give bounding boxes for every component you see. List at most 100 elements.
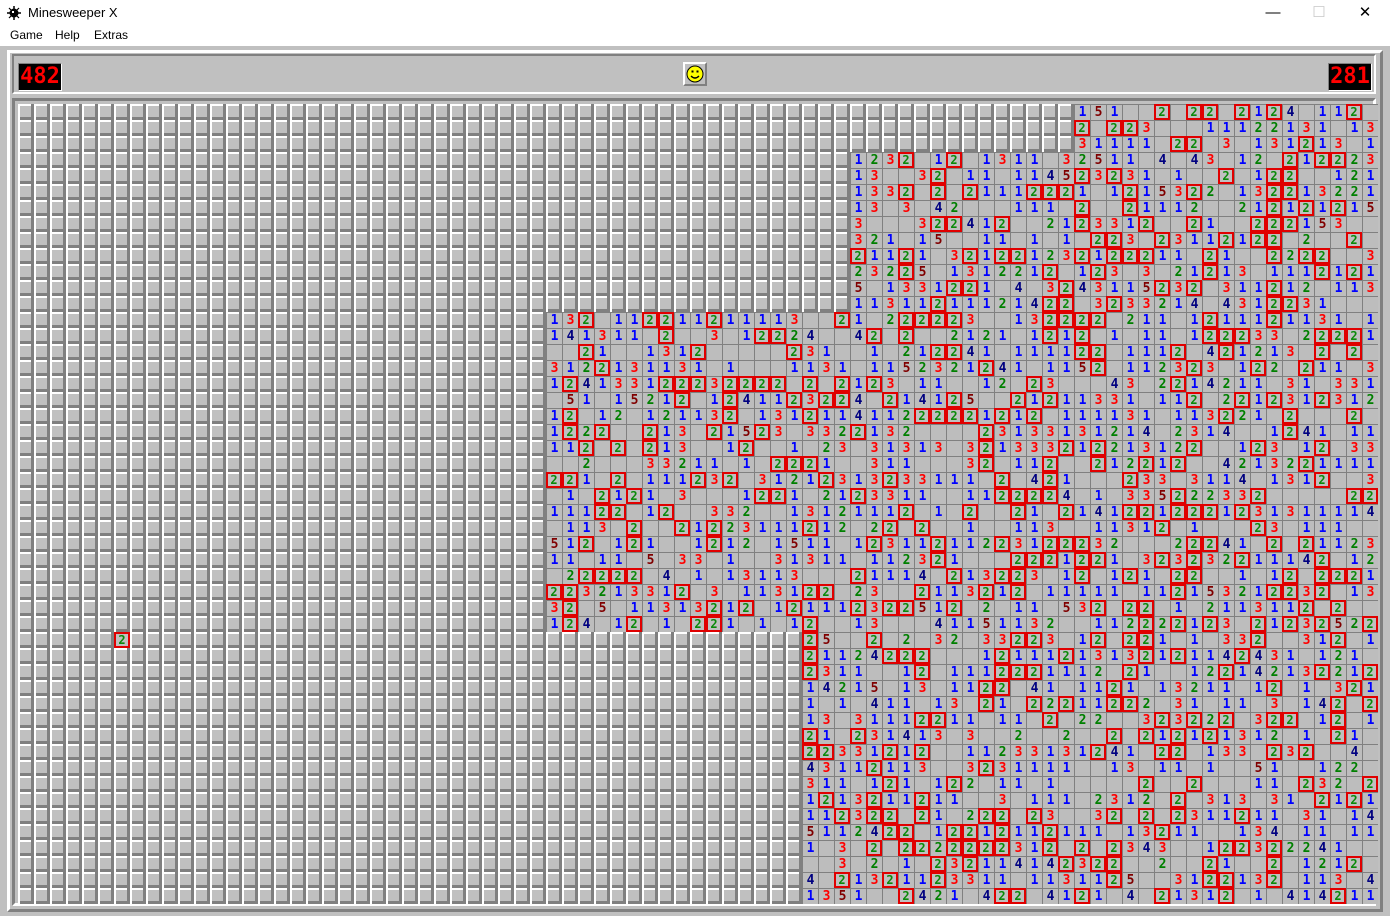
flagged-cell[interactable]: 2: [1330, 888, 1346, 904]
flagged-cell[interactable]: 2: [1058, 648, 1074, 664]
flagged-cell[interactable]: 2: [546, 584, 562, 600]
flagged-cell[interactable]: 2: [1330, 200, 1346, 216]
flagged-cell[interactable]: 2: [1106, 856, 1122, 872]
close-button[interactable]: ✕: [1342, 0, 1388, 26]
flagged-cell[interactable]: 2: [962, 504, 978, 520]
flagged-cell[interactable]: 2: [1346, 856, 1362, 872]
flagged-cell[interactable]: 2: [930, 312, 946, 328]
flagged-cell[interactable]: 2: [1314, 392, 1330, 408]
flagged-cell[interactable]: 2: [914, 744, 930, 760]
menu-extras[interactable]: Extras: [94, 28, 128, 42]
flagged-cell[interactable]: 2: [1074, 568, 1090, 584]
flagged-cell[interactable]: 2: [1138, 776, 1154, 792]
flagged-cell[interactable]: 2: [1266, 216, 1282, 232]
flagged-cell[interactable]: 2: [1074, 552, 1090, 568]
flagged-cell[interactable]: 2: [578, 312, 594, 328]
flagged-cell[interactable]: 2: [1154, 824, 1170, 840]
flagged-cell[interactable]: 2: [738, 600, 754, 616]
flagged-cell[interactable]: 2: [834, 312, 850, 328]
flagged-cell[interactable]: 2: [1090, 344, 1106, 360]
flagged-cell[interactable]: 2: [626, 536, 642, 552]
flagged-cell[interactable]: 2: [930, 872, 946, 888]
flagged-cell[interactable]: 2: [1266, 392, 1282, 408]
flagged-cell[interactable]: 2: [1106, 232, 1122, 248]
flagged-cell[interactable]: 2: [1042, 184, 1058, 200]
flagged-cell[interactable]: 2: [1266, 744, 1282, 760]
flagged-cell[interactable]: 2: [898, 648, 914, 664]
flagged-cell[interactable]: 2: [1026, 408, 1042, 424]
flagged-cell[interactable]: 2: [1186, 712, 1202, 728]
flagged-cell[interactable]: 2: [754, 376, 770, 392]
flagged-cell[interactable]: 2: [1090, 264, 1106, 280]
flagged-cell[interactable]: 2: [898, 184, 914, 200]
flagged-cell[interactable]: 2: [994, 664, 1010, 680]
flagged-cell[interactable]: 2: [1170, 808, 1186, 824]
flagged-cell[interactable]: 2: [1298, 200, 1314, 216]
flagged-cell[interactable]: 2: [802, 376, 818, 392]
flagged-cell[interactable]: 2: [866, 840, 882, 856]
flagged-cell[interactable]: 2: [1154, 744, 1170, 760]
flagged-cell[interactable]: 2: [1330, 728, 1346, 744]
flagged-cell[interactable]: 2: [722, 376, 738, 392]
flagged-cell[interactable]: 2: [1154, 280, 1170, 296]
flagged-cell[interactable]: 2: [1186, 440, 1202, 456]
flagged-cell[interactable]: 2: [1282, 568, 1298, 584]
flagged-cell[interactable]: 2: [1170, 504, 1186, 520]
flagged-cell[interactable]: 2: [562, 600, 578, 616]
flagged-cell[interactable]: 2: [690, 344, 706, 360]
flagged-cell[interactable]: 2: [690, 376, 706, 392]
flagged-cell[interactable]: 2: [962, 824, 978, 840]
flagged-cell[interactable]: 2: [802, 584, 818, 600]
flagged-cell[interactable]: 2: [706, 536, 722, 552]
flagged-cell[interactable]: 2: [1266, 200, 1282, 216]
flagged-cell[interactable]: 2: [1266, 712, 1282, 728]
flagged-cell[interactable]: 2: [1026, 664, 1042, 680]
flagged-cell[interactable]: 2: [1266, 872, 1282, 888]
flagged-cell[interactable]: 2: [1282, 424, 1298, 440]
flagged-cell[interactable]: 2: [882, 392, 898, 408]
flagged-cell[interactable]: 2: [1154, 888, 1170, 904]
flagged-cell[interactable]: 2: [1218, 664, 1234, 680]
flagged-cell[interactable]: 2: [914, 312, 930, 328]
flagged-cell[interactable]: 2: [1170, 792, 1186, 808]
flagged-cell[interactable]: 2: [626, 488, 642, 504]
flagged-cell[interactable]: 2: [1314, 440, 1330, 456]
flagged-cell[interactable]: 2: [898, 600, 914, 616]
flagged-cell[interactable]: 2: [914, 808, 930, 824]
flagged-cell[interactable]: 2: [658, 312, 674, 328]
flagged-cell[interactable]: 2: [770, 328, 786, 344]
flagged-cell[interactable]: 2: [834, 376, 850, 392]
flagged-cell[interactable]: 2: [1058, 312, 1074, 328]
flagged-cell[interactable]: 2: [914, 840, 930, 856]
flagged-cell[interactable]: 2: [706, 616, 722, 632]
flagged-cell[interactable]: 2: [1090, 600, 1106, 616]
flagged-cell[interactable]: 2: [1234, 648, 1250, 664]
flagged-cell[interactable]: 2: [1074, 312, 1090, 328]
flagged-cell[interactable]: 2: [946, 216, 962, 232]
flagged-cell[interactable]: 2: [1042, 312, 1058, 328]
flagged-cell[interactable]: 2: [1186, 360, 1202, 376]
flagged-cell[interactable]: 2: [850, 568, 866, 584]
flagged-cell[interactable]: 2: [642, 424, 658, 440]
flagged-cell[interactable]: 2: [994, 888, 1010, 904]
flagged-cell[interactable]: 2: [1330, 632, 1346, 648]
flagged-cell[interactable]: 2: [1250, 216, 1266, 232]
flagged-cell[interactable]: 2: [1202, 104, 1218, 120]
flagged-cell[interactable]: 2: [866, 808, 882, 824]
flagged-cell[interactable]: 2: [1314, 344, 1330, 360]
flagged-cell[interactable]: 2: [1010, 632, 1026, 648]
flagged-cell[interactable]: 2: [1250, 616, 1266, 632]
flagged-cell[interactable]: 2: [1058, 536, 1074, 552]
flagged-cell[interactable]: 2: [946, 840, 962, 856]
flagged-cell[interactable]: 2: [1010, 584, 1026, 600]
flagged-cell[interactable]: 2: [1122, 120, 1138, 136]
flagged-cell[interactable]: 2: [1266, 232, 1282, 248]
flagged-cell[interactable]: 2: [1090, 232, 1106, 248]
flagged-cell[interactable]: 2: [1250, 488, 1266, 504]
flagged-cell[interactable]: 2: [834, 808, 850, 824]
flagged-cell[interactable]: 2: [978, 584, 994, 600]
flagged-cell[interactable]: 2: [1266, 296, 1282, 312]
flagged-cell[interactable]: 2: [1282, 168, 1298, 184]
flagged-cell[interactable]: 2: [1186, 216, 1202, 232]
flagged-cell[interactable]: 2: [1346, 488, 1362, 504]
